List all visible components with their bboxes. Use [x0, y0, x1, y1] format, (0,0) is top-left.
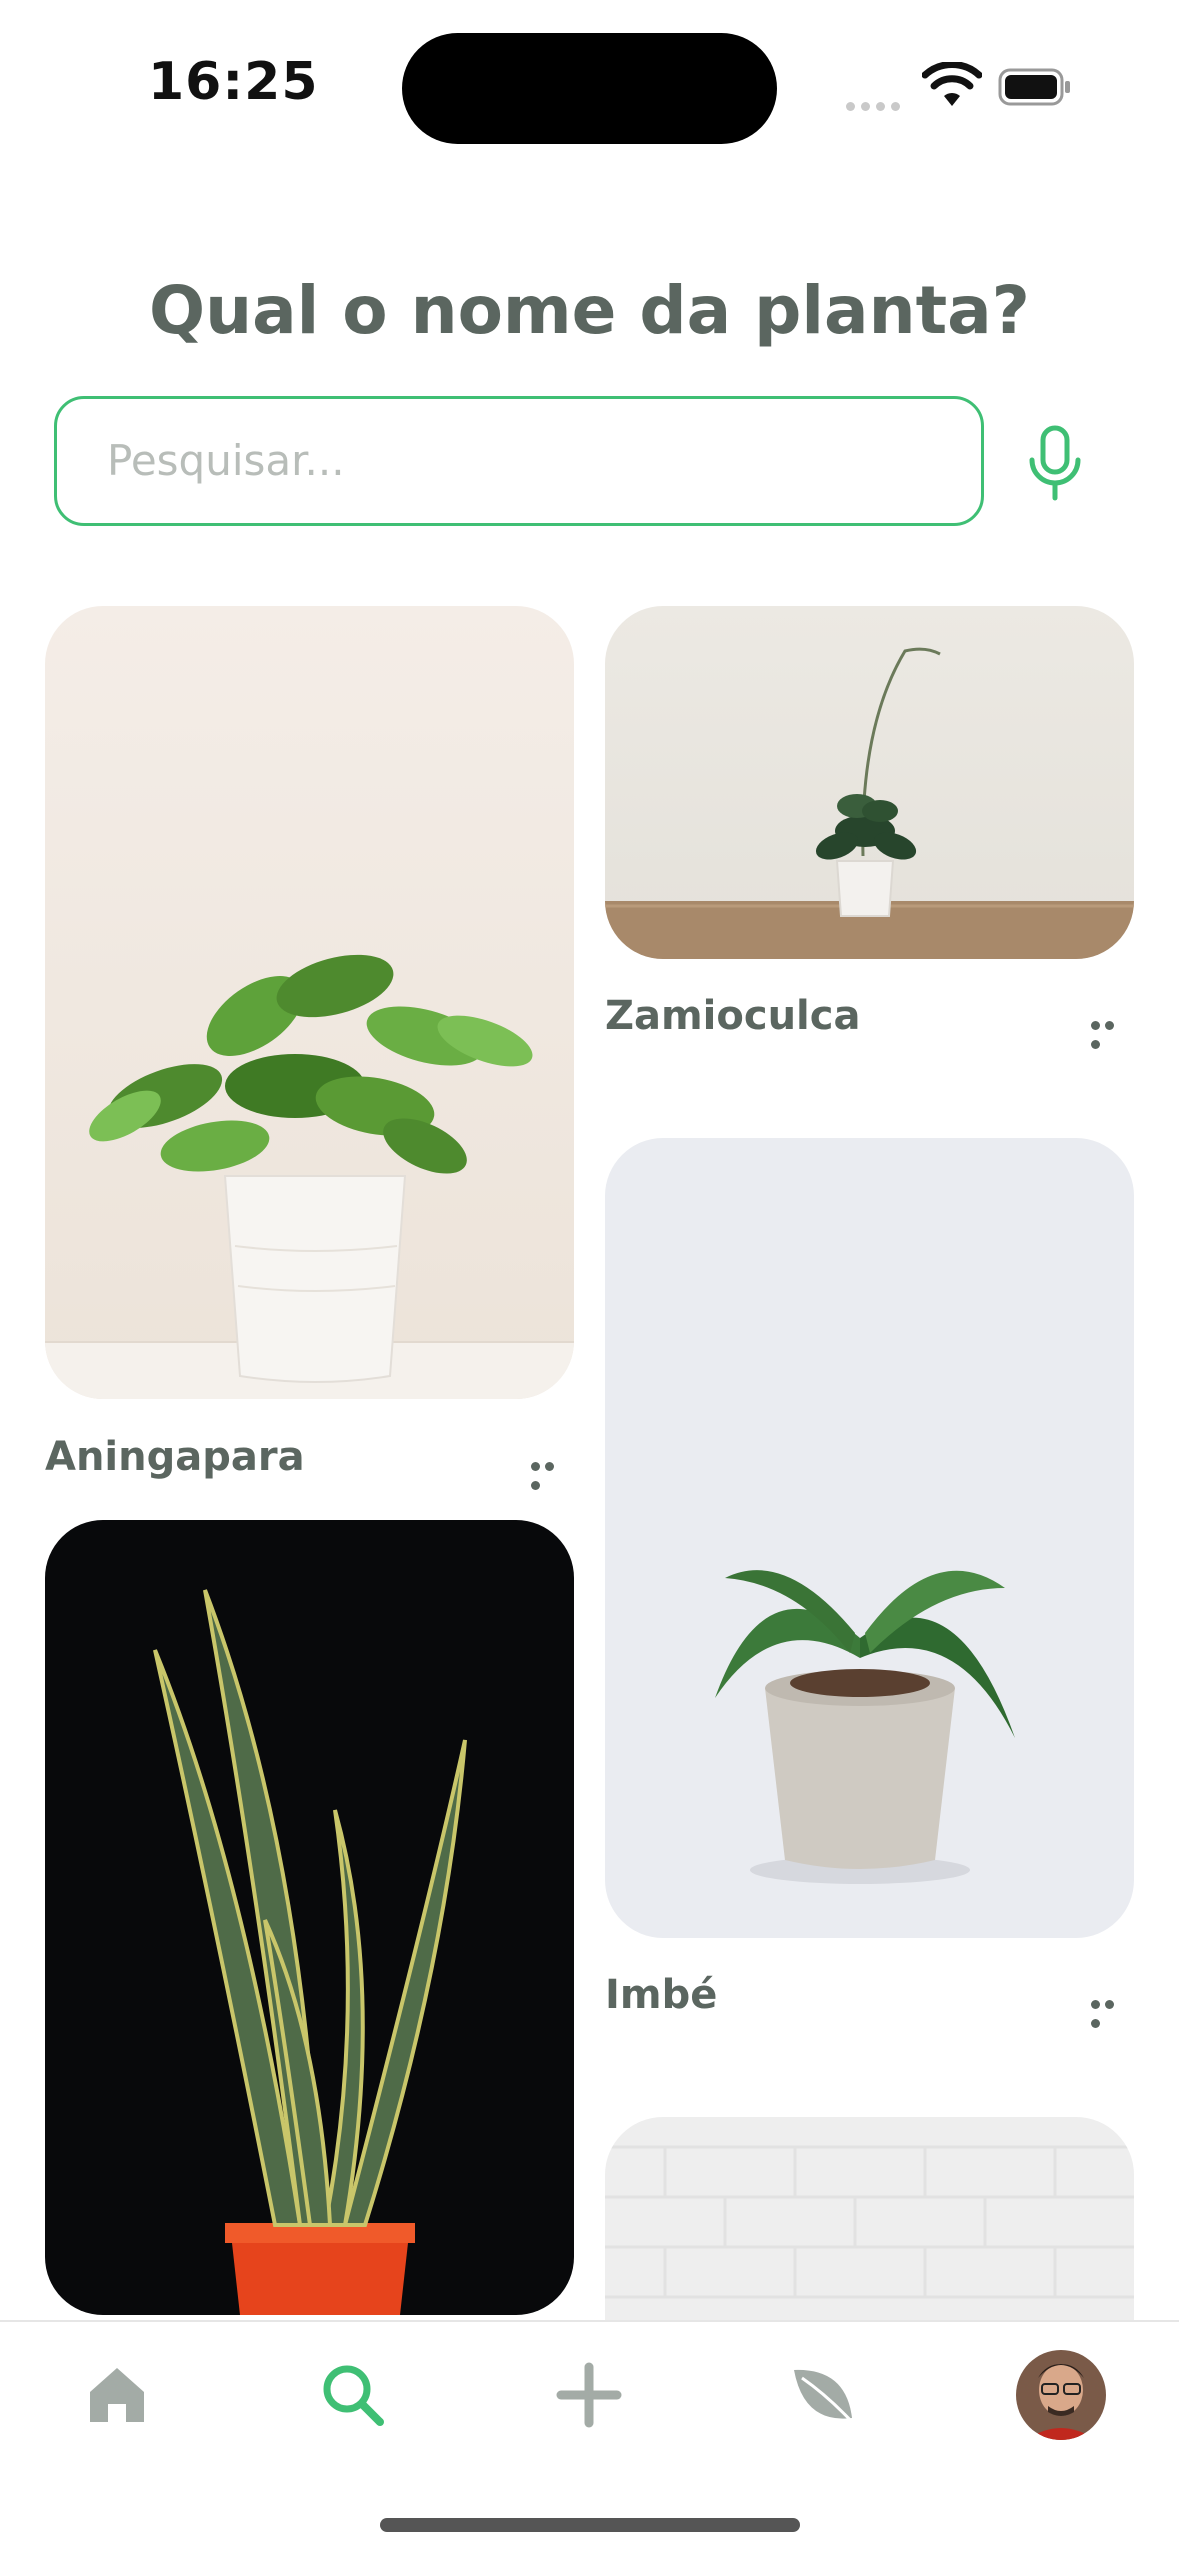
plant-card-image[interactable]	[605, 2117, 1134, 2320]
search-icon	[323, 2365, 384, 2426]
plant-name[interactable]: Zamioculca	[605, 993, 860, 1039]
tab-home[interactable]	[72, 2345, 162, 2445]
tab-search[interactable]	[308, 2345, 398, 2445]
page-title: Qual o nome da planta?	[149, 272, 1030, 349]
leaf-icon	[794, 2369, 856, 2426]
avatar[interactable]	[1016, 2350, 1106, 2440]
plant-card-image[interactable]	[605, 606, 1134, 959]
more-options-icon[interactable]	[1091, 1015, 1131, 1049]
microphone-icon[interactable]	[1024, 424, 1086, 504]
home-icon	[90, 2368, 144, 2422]
more-options-icon[interactable]	[531, 1456, 571, 1490]
battery-icon	[998, 68, 1070, 106]
plus-icon	[556, 2362, 622, 2428]
plant-name[interactable]: Aningapara	[45, 1434, 305, 1480]
wifi-icon	[922, 62, 982, 106]
plant-card-image[interactable]	[45, 606, 574, 1399]
plant-card-image[interactable]	[605, 1138, 1134, 1938]
search-input[interactable]	[105, 435, 929, 486]
cellular-signal-icon	[846, 96, 906, 115]
tab-plants[interactable]	[778, 2345, 868, 2445]
status-bar: 16:25	[0, 0, 1179, 170]
plant-name[interactable]: Imbé	[605, 1972, 717, 2018]
home-indicator	[380, 2518, 800, 2532]
more-options-icon[interactable]	[1091, 1994, 1131, 2028]
plant-card-image[interactable]	[45, 1520, 574, 2315]
search-box[interactable]	[54, 396, 984, 526]
dynamic-island	[402, 33, 777, 144]
tab-add[interactable]	[544, 2345, 634, 2445]
status-time: 16:25	[148, 52, 319, 112]
